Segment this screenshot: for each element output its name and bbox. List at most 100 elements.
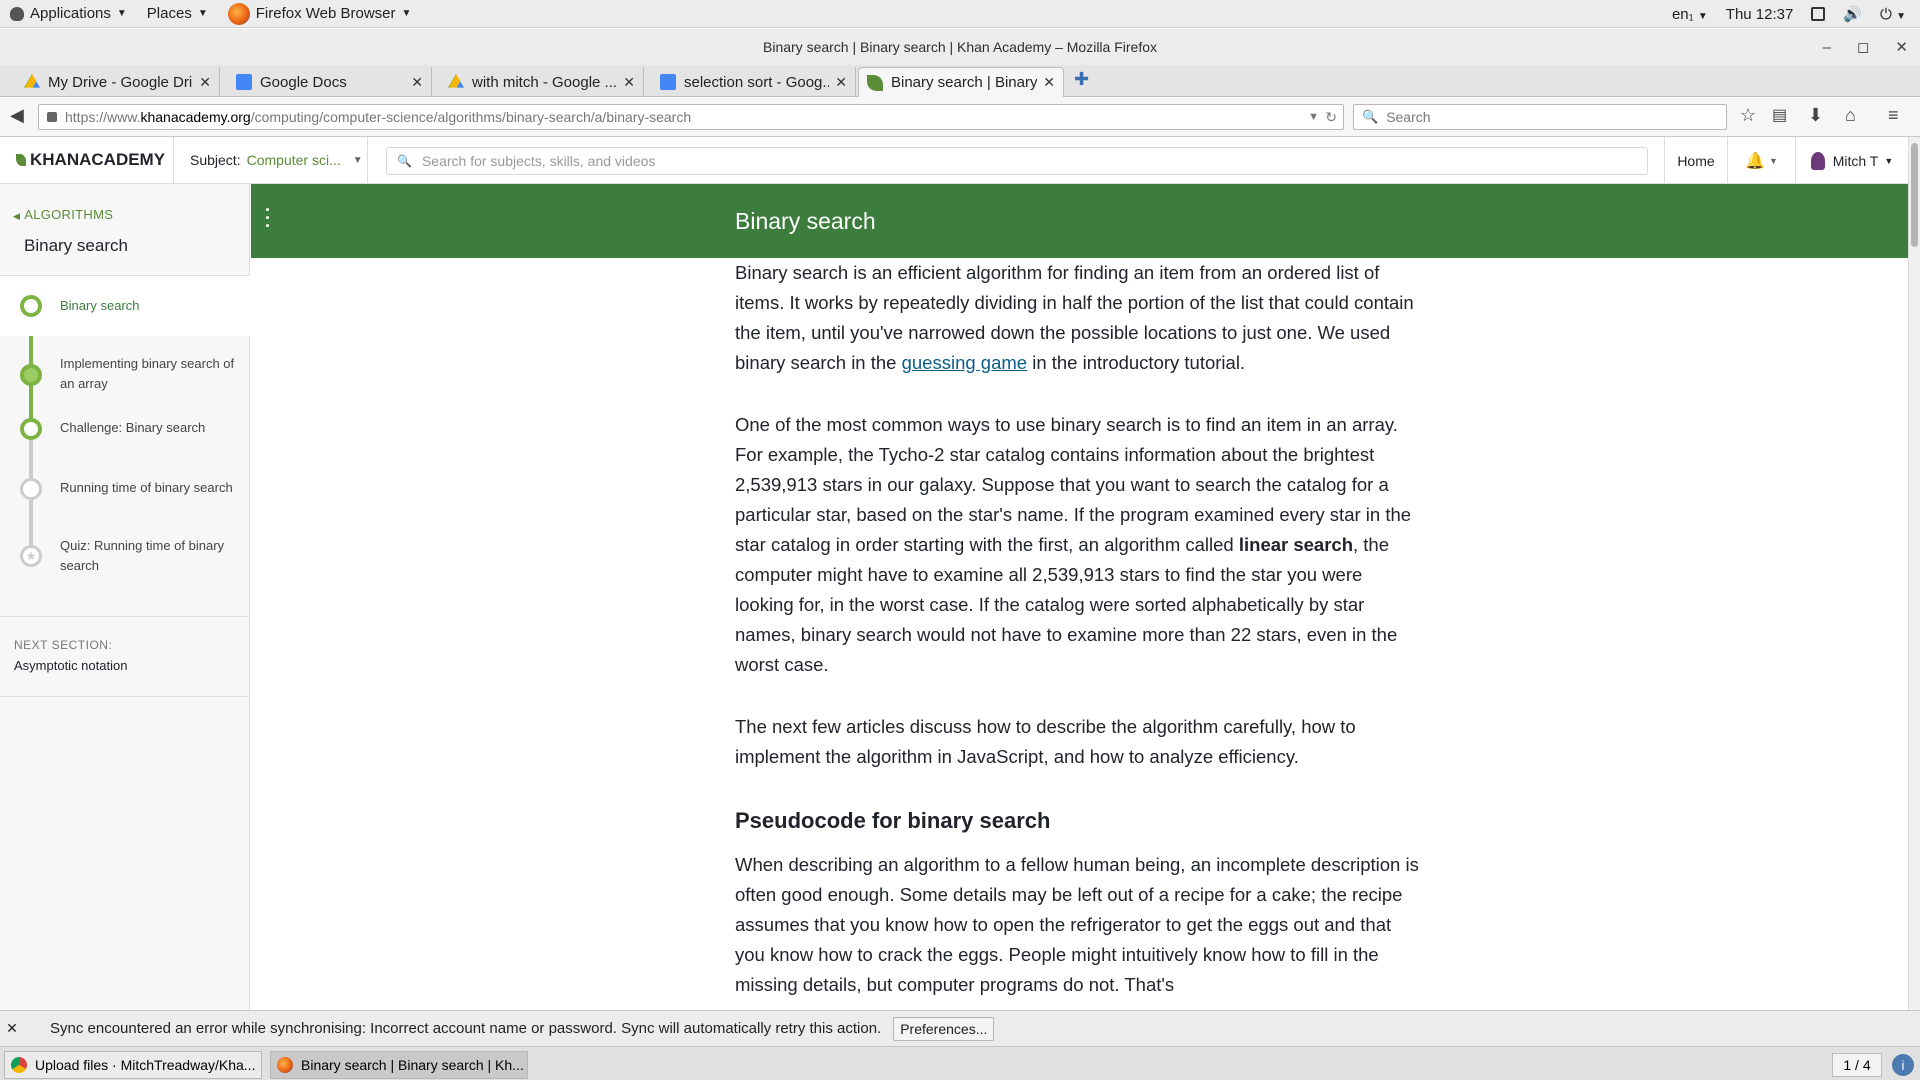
- avatar: [1810, 151, 1825, 170]
- khan-leaf-icon: [16, 154, 26, 166]
- sidebar-item-challenge[interactable]: Challenge: Binary search: [0, 396, 250, 456]
- screen-icon[interactable]: [1811, 7, 1826, 21]
- preferences-button[interactable]: Preferences...: [893, 1016, 995, 1041]
- sync-error-notification: ✕ Sync encountered an error while synchr…: [0, 1010, 1920, 1046]
- close-icon[interactable]: ✕: [0, 1020, 24, 1037]
- power-icon[interactable]: ⏻ ▼: [1880, 6, 1906, 23]
- ka-logo[interactable]: KHANACADEMY: [0, 136, 174, 184]
- chevron-down-icon: ▼: [116, 8, 127, 19]
- maximize-icon[interactable]: ◻: [1857, 38, 1869, 56]
- current-app-menu[interactable]: Firefox Web Browser ▼: [218, 0, 422, 28]
- close-tab-icon[interactable]: ✕: [623, 74, 635, 91]
- tab-label: Google Docs: [260, 73, 347, 91]
- page-scrollbar[interactable]: [1908, 137, 1920, 1010]
- gnome-foot-icon: [10, 6, 24, 21]
- paragraph-2: One of the most common ways to use binar…: [735, 410, 1425, 680]
- divider: [0, 616, 250, 617]
- sidebar-item-label: Implementing binary search of: [60, 356, 235, 371]
- reading-list-icon[interactable]: ▤: [1772, 105, 1787, 125]
- url-bar[interactable]: https://www. khanacademy.org/computing/co…: [38, 104, 1344, 130]
- tab-label: selection sort - Goog...: [684, 73, 830, 91]
- close-tab-icon[interactable]: ✕: [411, 74, 423, 91]
- search-icon: 🔍: [1362, 109, 1379, 124]
- google-docs-icon: [236, 74, 252, 90]
- close-icon[interactable]: ✕: [1895, 38, 1908, 56]
- article-icon: [20, 478, 42, 500]
- scrollbar-thumb[interactable]: [1911, 143, 1918, 247]
- chevron-down-icon: ▼: [1884, 155, 1894, 166]
- download-icon[interactable]: ⬇: [1808, 105, 1823, 126]
- home-link[interactable]: Home: [1664, 137, 1728, 184]
- keyboard-layout-indicator[interactable]: en₁ ▼: [1672, 6, 1708, 23]
- reload-icon[interactable]: ↻: [1325, 109, 1337, 126]
- sidebar-item-label: Quiz: Running time of binary: [60, 538, 225, 553]
- sidebar-item-label: Binary search: [60, 298, 140, 313]
- section-heading: Pseudocode for binary search: [735, 808, 1051, 833]
- minimize-icon[interactable]: –: [1823, 39, 1831, 56]
- chevron-down-icon: ▼: [1697, 10, 1708, 22]
- guessing-game-link[interactable]: guessing game: [902, 352, 1027, 373]
- search-placeholder: Search: [1386, 109, 1431, 125]
- divider: [0, 696, 250, 697]
- tab-google-docs[interactable]: Google Docs ✕: [228, 67, 432, 97]
- chevron-down-icon: ▼: [197, 8, 208, 19]
- workspace-pager[interactable]: 1 / 4: [1832, 1053, 1882, 1077]
- clock[interactable]: Thu 12:37: [1726, 6, 1794, 23]
- subject-label: Subject:: [190, 152, 241, 168]
- applications-menu[interactable]: Applications ▼: [0, 0, 137, 28]
- bottom-taskbar: Upload files · MitchTreadway/Kha... Bina…: [0, 1046, 1920, 1080]
- url-dropdown-icon[interactable]: ▼: [1308, 111, 1319, 123]
- next-section-link[interactable]: Asymptotic notation: [14, 658, 127, 673]
- sidebar-item-label: Challenge: Binary search: [60, 420, 206, 435]
- volume-icon[interactable]: 🔊: [1843, 5, 1862, 23]
- close-tab-icon[interactable]: ✕: [835, 74, 847, 91]
- tab-my-drive[interactable]: My Drive - Google Dri... ✕: [16, 67, 220, 97]
- linear-search-term: linear search: [1238, 534, 1354, 555]
- sidebar-item-binary-search[interactable]: Binary search: [0, 276, 250, 336]
- info-icon[interactable]: i: [1892, 1054, 1914, 1076]
- search-bar[interactable]: 🔍 Search: [1353, 104, 1727, 130]
- user-menu[interactable]: Mitch T ▼: [1796, 137, 1908, 184]
- bookmark-star-icon[interactable]: ☆: [1740, 105, 1756, 126]
- chevron-down-icon: ▼: [352, 154, 363, 166]
- tab-with-mitch[interactable]: with mitch - Google ... ✕: [440, 67, 644, 97]
- tab-selection-sort[interactable]: selection sort - Goog... ✕: [652, 67, 856, 97]
- google-docs-icon: [660, 74, 676, 90]
- back-link-label: ALGORITHMS: [24, 207, 114, 222]
- back-to-algorithms-link[interactable]: ◀ ALGORITHMS: [13, 207, 113, 222]
- ka-search-input[interactable]: 🔍 Search for subjects, skills, and video…: [386, 147, 1648, 175]
- lock-icon: [47, 112, 57, 122]
- chevron-left-icon: ◀: [13, 211, 21, 221]
- paragraph-1: Binary search is an efficient algorithm …: [735, 258, 1425, 378]
- window-title: Binary search | Binary search | Khan Aca…: [763, 39, 1157, 55]
- sidebar-item-quiz[interactable]: ★ Quiz: Running time of binary search: [0, 516, 250, 586]
- navigation-toolbar: ◀ https://www. khanacademy.org/computing/…: [0, 97, 1920, 137]
- tab-binary-search[interactable]: Binary search | Binary... ✕: [858, 67, 1064, 97]
- sidebar-item-running-time[interactable]: Running time of binary search: [0, 456, 250, 516]
- ka-header: KHANACADEMY Subject: Computer sci... ▼ 🔍…: [0, 136, 1908, 184]
- close-tab-icon[interactable]: ✕: [1043, 74, 1055, 91]
- home-icon[interactable]: ⌂: [1845, 105, 1856, 126]
- sidebar-item-label-2: search: [60, 558, 100, 573]
- taskbar-item-label: Upload files · MitchTreadway/Kha...: [35, 1057, 256, 1073]
- notifications-button[interactable]: 🔔 ▼: [1728, 137, 1796, 184]
- chevron-down-icon: ▼: [401, 8, 412, 19]
- more-options-icon[interactable]: · · ·: [265, 201, 271, 235]
- places-menu[interactable]: Places ▼: [137, 0, 218, 28]
- next-section-label: NEXT SECTION:: [14, 638, 113, 652]
- keyboard-layout-label: en₁: [1671, 5, 1694, 23]
- tab-strip: My Drive - Google Dri... ✕ Google Docs ✕…: [0, 65, 1920, 97]
- challenge-icon: [20, 418, 42, 440]
- back-arrow-icon[interactable]: ◀: [10, 105, 24, 126]
- subject-value: Computer sci...: [246, 152, 341, 168]
- new-tab-icon[interactable]: ✚: [1074, 69, 1089, 90]
- taskbar-item-chrome[interactable]: Upload files · MitchTreadway/Kha...: [4, 1051, 262, 1079]
- close-tab-icon[interactable]: ✕: [199, 74, 211, 91]
- tab-label: Binary search | Binary...: [891, 74, 1038, 91]
- google-drive-icon: [448, 74, 464, 88]
- sidebar-item-implementing[interactable]: Implementing binary search of an array: [0, 336, 250, 396]
- subject-dropdown[interactable]: Subject: Computer sci... ▼: [174, 136, 368, 184]
- hamburger-menu-icon[interactable]: ≡: [1888, 105, 1899, 126]
- taskbar-item-firefox[interactable]: Binary search | Binary search | Kh...: [270, 1051, 528, 1079]
- p2-text-b: , the computer might have to examine all…: [735, 534, 1398, 675]
